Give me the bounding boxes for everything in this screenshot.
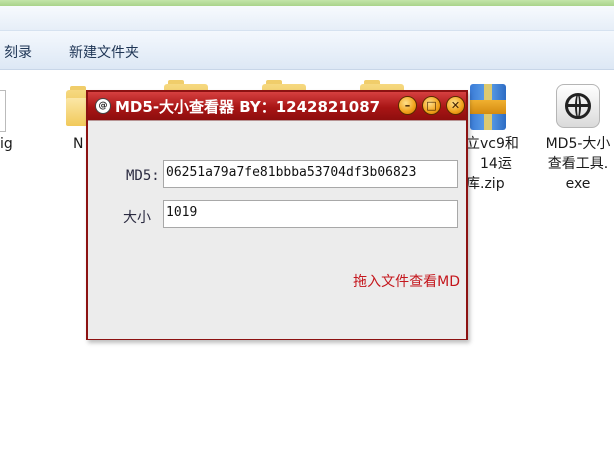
md5-viewer-window: @ MD5-大小查看器 BY：1242821087 – □ ✕ MD5: 062… <box>86 90 468 340</box>
partial-file-label[interactable]: ig <box>0 134 13 154</box>
exe-label-line: 查看工具. <box>547 156 609 172</box>
zip-label-line: 库.zip <box>466 176 505 192</box>
md5-label: MD5: <box>126 168 160 184</box>
exe-app-icon[interactable] <box>556 84 600 128</box>
zip-file-label[interactable]: 立vc9和 14运 库.zip <box>466 134 524 194</box>
burn-button[interactable]: 刻录 <box>4 42 32 62</box>
drop-file-hint: 拖入文件查看MD <box>353 274 460 290</box>
window-body: MD5: 06251a79a7fe81bbba53704df3b06823 大小… <box>88 120 466 339</box>
explorer-toolbar: 刻录 新建文件夹 <box>0 31 614 70</box>
md5-field[interactable]: 06251a79a7fe81bbba53704df3b06823 <box>163 160 458 188</box>
exe-file-label[interactable]: MD5-大小 查看工具. exe <box>540 134 614 194</box>
partial-file-icon[interactable] <box>0 90 6 132</box>
zip-archive-icon[interactable] <box>470 84 506 130</box>
folder-label[interactable]: N <box>73 134 83 154</box>
window-titlebar[interactable]: @ MD5-大小查看器 BY：1242821087 – □ ✕ <box>88 92 466 120</box>
exe-label-line: MD5-大小 <box>545 136 611 152</box>
window-title: MD5-大小查看器 BY：1242821087 <box>115 98 381 116</box>
new-folder-button[interactable]: 新建文件夹 <box>69 42 139 62</box>
zip-label-line: 立vc9和 <box>466 136 519 152</box>
size-field[interactable]: 1019 <box>163 200 458 228</box>
address-bar-region <box>0 6 614 31</box>
app-globe-icon: @ <box>95 98 111 114</box>
zip-label-line: 14运 <box>480 156 512 172</box>
exe-label-line: exe <box>565 176 591 192</box>
globe-icon <box>565 93 591 119</box>
minimize-button[interactable]: – <box>398 96 417 115</box>
size-label: 大小 <box>123 210 151 226</box>
maximize-button[interactable]: □ <box>422 96 441 115</box>
close-button[interactable]: ✕ <box>446 96 465 115</box>
